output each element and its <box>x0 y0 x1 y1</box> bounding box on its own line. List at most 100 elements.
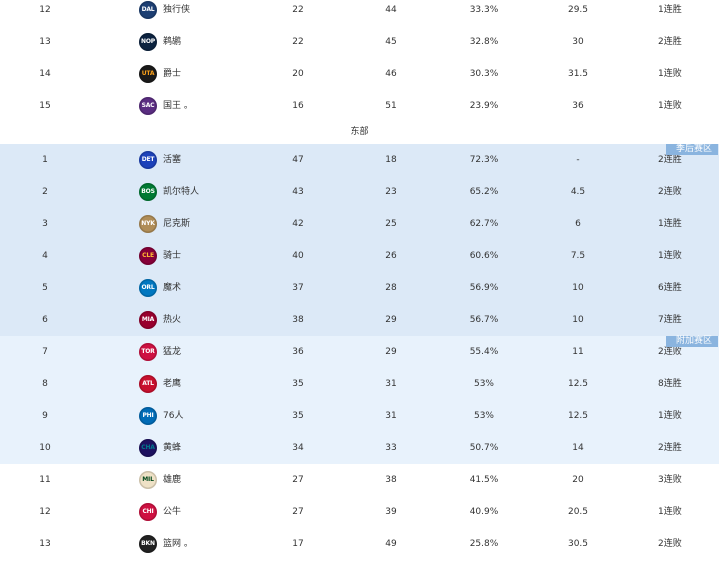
games-behind: 12.5 <box>567 379 589 389</box>
streak: 2连胜 <box>658 37 682 47</box>
losses: 45 <box>385 37 397 47</box>
win-pct: 50.7% <box>469 443 499 453</box>
table-row[interactable]: 12 CHI 公牛 27 39 40.9% 20.5 1连败 <box>0 496 719 528</box>
win-pct: 40.9% <box>469 507 499 517</box>
win-pct: 62.7% <box>469 219 499 229</box>
team-name[interactable]: 热火 <box>163 304 181 336</box>
losses: 29 <box>385 315 397 325</box>
table-row[interactable]: 9 PHI 76人 35 31 53% 12.5 1连败 <box>0 400 719 432</box>
rank: 4 <box>42 251 48 261</box>
team-name[interactable]: 公牛 <box>163 496 181 528</box>
rank: 10 <box>39 443 51 453</box>
team-name[interactable]: 凯尔特人 <box>163 176 199 208</box>
losses: 29 <box>385 347 397 357</box>
streak: 2连胜 <box>658 443 682 453</box>
games-behind: 31.5 <box>567 69 589 79</box>
win-pct: 55.4% <box>469 347 499 357</box>
team-logo-icon: BKN <box>139 535 157 553</box>
table-row[interactable]: 11 MIL 雄鹿 27 38 41.5% 20 3连败 <box>0 464 719 496</box>
team-name[interactable]: 尼克斯 <box>163 208 190 240</box>
table-row[interactable]: 10 CHA 黄蜂 34 33 50.7% 14 2连胜 <box>0 432 719 464</box>
team-name[interactable]: 雄鹿 <box>163 464 181 496</box>
table-row[interactable]: 13 NOP 鹈鹕 22 45 32.8% 30 2连胜 <box>0 26 719 58</box>
team-name[interactable]: 76人 <box>163 400 183 432</box>
wins: 27 <box>292 475 304 485</box>
streak: 8连胜 <box>658 379 682 389</box>
streak: 6连胜 <box>658 283 682 293</box>
games-behind: 10 <box>572 315 584 325</box>
wins: 20 <box>292 69 304 79</box>
team-name[interactable]: 独行侠 <box>163 0 190 26</box>
win-pct: 65.2% <box>469 187 499 197</box>
streak: 1连败 <box>658 69 682 79</box>
win-pct: 53% <box>473 379 494 389</box>
table-row[interactable]: 12 DAL 独行侠 22 44 33.3% 29.5 1连胜 <box>0 0 719 26</box>
games-behind: 30 <box>572 37 584 47</box>
rank: 1 <box>42 155 48 165</box>
win-pct: 30.3% <box>469 69 499 79</box>
team-logo-icon: UTA <box>139 65 157 83</box>
win-pct: 60.6% <box>469 251 499 261</box>
losses: 26 <box>385 251 397 261</box>
wins: 16 <box>292 101 304 111</box>
win-pct: 72.3% <box>469 155 499 165</box>
games-behind: 7.5 <box>570 251 586 261</box>
team-logo-icon: PHI <box>139 407 157 425</box>
wins: 36 <box>292 347 304 357</box>
table-row[interactable]: 7 TOR 猛龙 36 29 55.4% 11 2连败 附加赛区 <box>0 336 719 368</box>
table-row[interactable]: 5 ORL 魔术 37 28 56.9% 10 6连胜 <box>0 272 719 304</box>
team-logo-icon: MIL <box>139 471 157 489</box>
team-name[interactable]: 魔术 <box>163 272 181 304</box>
table-row[interactable]: 3 NYK 尼克斯 42 25 62.7% 6 1连胜 <box>0 208 719 240</box>
rank: 13 <box>39 539 51 549</box>
streak: 2连败 <box>658 539 682 549</box>
table-row[interactable]: 6 MIA 热火 38 29 56.7% 10 7连胜 <box>0 304 719 336</box>
table-row[interactable]: 2 BOS 凯尔特人 43 23 65.2% 4.5 2连败 <box>0 176 719 208</box>
games-behind: 20 <box>572 475 584 485</box>
losses: 28 <box>385 283 397 293</box>
wins: 17 <box>292 539 304 549</box>
team-name[interactable]: 国王 。 <box>163 90 193 122</box>
rank: 8 <box>42 379 48 389</box>
losses: 38 <box>385 475 397 485</box>
team-name[interactable]: 猛龙 <box>163 336 181 368</box>
losses: 18 <box>385 155 397 165</box>
table-row[interactable]: 4 CLE 骑士 40 26 60.6% 7.5 1连败 <box>0 240 719 272</box>
games-behind: 10 <box>572 283 584 293</box>
win-pct: 25.8% <box>469 539 499 549</box>
wins: 22 <box>292 5 304 15</box>
team-name[interactable]: 老鹰 <box>163 368 181 400</box>
team-name[interactable]: 活塞 <box>163 144 181 176</box>
losses: 23 <box>385 187 397 197</box>
rank: 9 <box>42 411 48 421</box>
team-logo-icon: ATL <box>139 375 157 393</box>
win-pct: 33.3% <box>469 5 499 15</box>
games-behind: 30.5 <box>567 539 589 549</box>
team-logo-icon: NOP <box>139 33 157 51</box>
rank: 12 <box>39 5 51 15</box>
games-behind: 29.5 <box>567 5 589 15</box>
games-behind: 36 <box>572 101 584 111</box>
table-row[interactable]: 14 UTA 爵士 20 46 30.3% 31.5 1连败 <box>0 58 719 90</box>
streak: 1连胜 <box>658 5 682 15</box>
team-logo-icon: MIA <box>139 311 157 329</box>
wins: 37 <box>292 283 304 293</box>
table-row[interactable]: 8 ATL 老鹰 35 31 53% 12.5 8连胜 <box>0 368 719 400</box>
losses: 51 <box>385 101 397 111</box>
losses: 33 <box>385 443 397 453</box>
team-name[interactable]: 鹈鹕 <box>163 26 181 58</box>
games-behind: - <box>576 155 580 165</box>
team-logo-icon: CLE <box>139 247 157 265</box>
team-logo-icon: ORL <box>139 279 157 297</box>
team-name[interactable]: 骑士 <box>163 240 181 272</box>
table-row[interactable]: 13 BKN 篮网 。 17 49 25.8% 30.5 2连败 <box>0 528 719 560</box>
team-name[interactable]: 爵士 <box>163 58 181 90</box>
rank: 11 <box>39 475 51 485</box>
team-name[interactable]: 篮网 。 <box>163 528 193 560</box>
rank: 5 <box>42 283 48 293</box>
team-logo-icon: BOS <box>139 183 157 201</box>
table-row[interactable]: 15 SAC 国王 。 16 51 23.9% 36 1连败 <box>0 90 719 122</box>
rank: 15 <box>39 101 51 111</box>
table-row[interactable]: 1 DET 活塞 47 18 72.3% - 2连胜 季后赛区 <box>0 144 719 176</box>
team-name[interactable]: 黄蜂 <box>163 432 181 464</box>
